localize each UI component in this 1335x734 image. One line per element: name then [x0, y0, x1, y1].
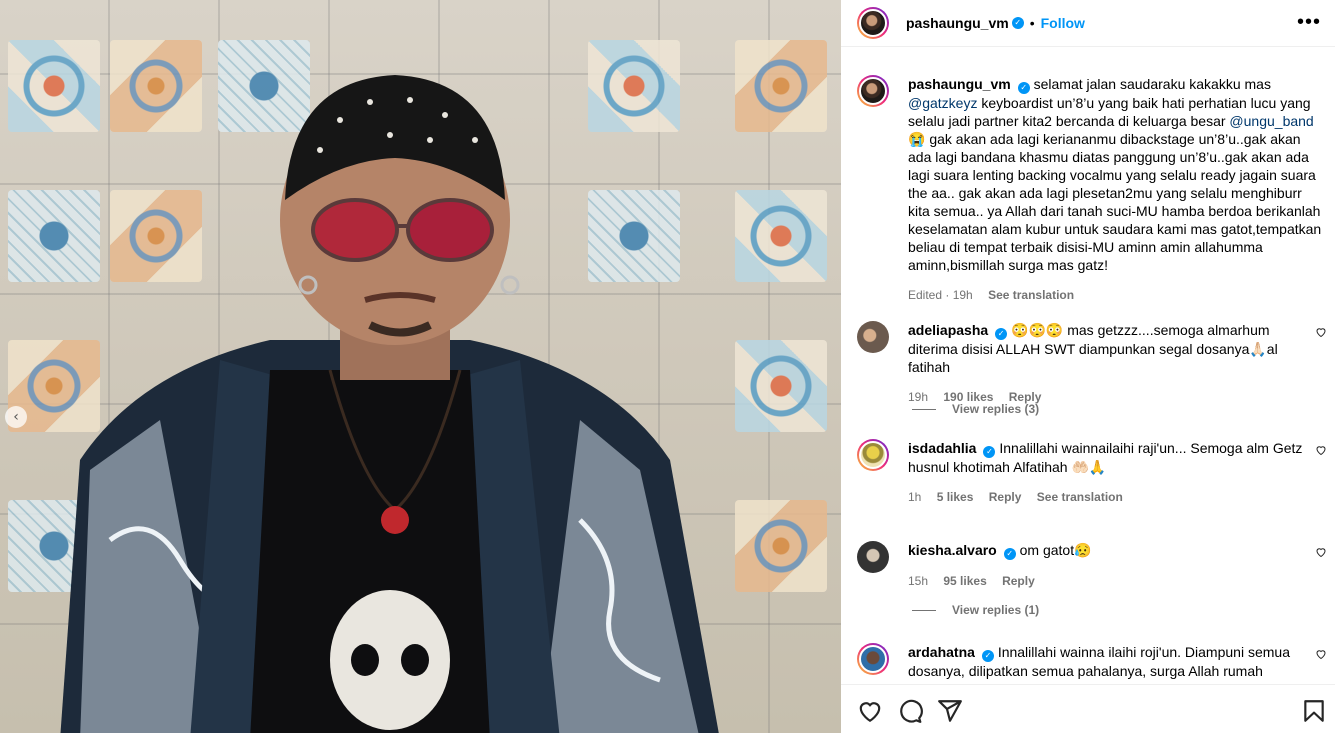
- wall-tile: [735, 340, 827, 432]
- edited-timestamp: Edited · 19h: [908, 288, 973, 302]
- avatar[interactable]: [857, 643, 889, 675]
- reply-button[interactable]: Reply: [1002, 574, 1035, 588]
- wall-tile: [735, 500, 827, 592]
- post-actions-bar: [841, 684, 1335, 734]
- person-illustration: [60, 75, 719, 733]
- caption-username[interactable]: pashaungu_vm: [908, 76, 1011, 92]
- verified-badge-icon: ✓: [983, 446, 996, 458]
- heart-icon[interactable]: [1315, 648, 1327, 660]
- verified-badge-icon: ✓: [995, 328, 1008, 340]
- comment: isdadahlia ✓ Innalillahi wainnailaihi raj…: [857, 439, 1327, 539]
- wall-tile: [735, 40, 827, 132]
- comment-username[interactable]: adeliapasha: [908, 322, 988, 338]
- post-photo[interactable]: ‹: [0, 0, 841, 733]
- comment-likes[interactable]: 5 likes: [937, 490, 974, 504]
- reply-button[interactable]: Reply: [989, 490, 1022, 504]
- post-header: pashaungu_vm ✓ • Follow •••: [841, 0, 1335, 47]
- view-replies-button[interactable]: View replies (1): [952, 603, 1039, 617]
- comment-time: 15h: [908, 574, 929, 588]
- heart-icon[interactable]: [1315, 326, 1327, 338]
- caption-meta: Edited · 19h See translation: [908, 286, 1322, 304]
- caption: pashaungu_vm ✓ selamat jalan saudaraku ka…: [857, 75, 1327, 305]
- post-side-panel: pashaungu_vm ✓ • Follow ••• pashaungu_vm…: [841, 0, 1335, 733]
- avatar[interactable]: [857, 541, 889, 573]
- comment: ardahatna ✓ Innalillahi wainna ilaihi roj…: [857, 643, 1327, 683]
- more-options-icon[interactable]: •••: [1297, 12, 1321, 32]
- verified-badge-icon: ✓: [1017, 82, 1030, 94]
- avatar[interactable]: [857, 321, 889, 353]
- comment-meta: 1h 5 likes Reply See translation: [908, 488, 1308, 506]
- comment-username[interactable]: isdadahlia: [908, 440, 976, 456]
- comment-username[interactable]: ardahatna: [908, 644, 975, 660]
- comment: kiesha.alvaro ✓ om gatot😥 15h 95 likes Re…: [857, 541, 1327, 621]
- mention-link[interactable]: @gatzkeyz: [908, 95, 977, 111]
- chevron-left-icon[interactable]: ‹: [5, 406, 27, 428]
- verified-badge-icon: ✓: [981, 650, 994, 662]
- mention-link[interactable]: @ungu_band: [1229, 113, 1313, 129]
- heart-icon[interactable]: [857, 698, 883, 724]
- comment-username[interactable]: kiesha.alvaro: [908, 542, 997, 558]
- follow-button[interactable]: Follow: [1041, 15, 1085, 31]
- caption-text: selamat jalan saudaraku kakakku mas: [1033, 76, 1271, 92]
- caption-text: 😭 gak akan ada lagi keriananmu dibacksta…: [908, 131, 1322, 273]
- dot-separator: •: [1029, 15, 1035, 31]
- avatar[interactable]: [857, 439, 889, 471]
- bookmark-icon[interactable]: [1301, 698, 1327, 724]
- comment-time: 1h: [908, 490, 922, 504]
- comment-icon[interactable]: [897, 698, 923, 724]
- view-replies-button[interactable]: View replies (3): [952, 402, 1039, 416]
- comment-likes[interactable]: 95 likes: [943, 574, 986, 588]
- see-translation-link[interactable]: See translation: [1037, 490, 1123, 504]
- avatar[interactable]: [857, 7, 889, 39]
- header-username[interactable]: pashaungu_vm: [906, 15, 1009, 31]
- wall-tile: [735, 190, 827, 282]
- comment-time: 19h: [908, 390, 929, 404]
- see-translation-link[interactable]: See translation: [988, 288, 1074, 302]
- comment-meta: 15h 95 likes Reply: [908, 572, 1308, 590]
- verified-badge-icon: ✓: [1003, 548, 1016, 560]
- heart-icon[interactable]: [1315, 444, 1327, 456]
- share-icon[interactable]: [937, 698, 963, 724]
- comment: adeliapasha ✓ 😳😳😳 mas getzzz....semoga al…: [857, 321, 1327, 431]
- comment-text: om gatot😥: [1019, 542, 1092, 558]
- heart-icon[interactable]: [1315, 546, 1327, 558]
- avatar[interactable]: [857, 75, 889, 107]
- verified-badge-icon: ✓: [1011, 17, 1024, 29]
- comments-scroll-area[interactable]: pashaungu_vm ✓ selamat jalan saudaraku ka…: [841, 47, 1335, 683]
